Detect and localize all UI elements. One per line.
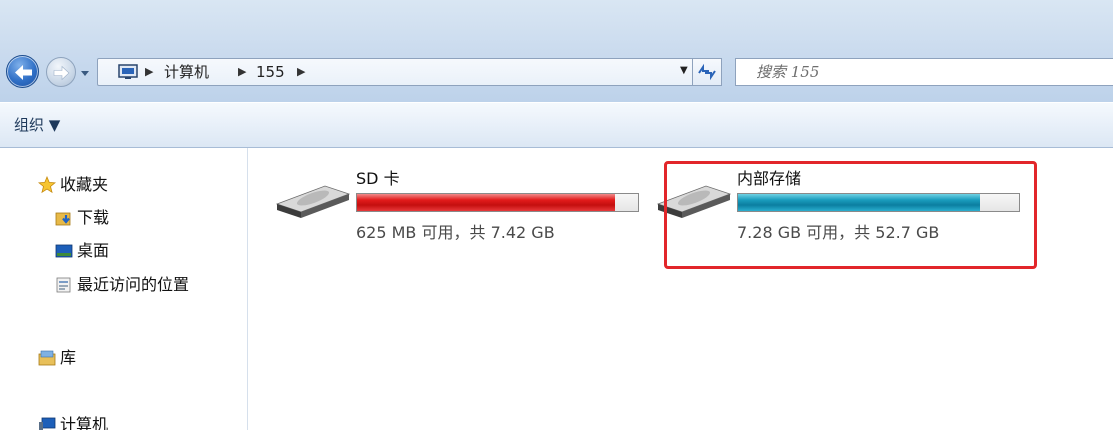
back-button[interactable] <box>6 55 39 88</box>
navigation-row: ▶ 计算机 ▶ 155 ▶ ▼ <box>0 50 1113 94</box>
address-dropdown-icon[interactable]: ▼ <box>680 65 688 76</box>
desktop-icon <box>55 244 73 258</box>
breadcrumb-separator-icon[interactable]: ▶ <box>297 63 305 81</box>
explorer-window: ▶ 计算机 ▶ 155 ▶ ▼ 组织 ▼ <box>0 0 1113 430</box>
arrow-left-icon <box>15 65 32 80</box>
address-bar[interactable]: ▶ 计算机 ▶ 155 ▶ ▼ <box>97 58 719 86</box>
drive-free-space: 625 MB 可用，共 7.42 GB <box>356 223 555 242</box>
nav-item-label: 计算机 <box>60 415 109 430</box>
breadcrumb-separator-icon[interactable]: ▶ <box>145 63 153 81</box>
drive-icon <box>275 185 351 218</box>
navigation-pane: 收藏夹 下载 桌面 最近访问的位置 库 计算机 <box>0 148 248 430</box>
command-bar: 组织 ▼ <box>0 102 1113 148</box>
breadcrumb-separator-icon[interactable]: ▶ <box>238 63 246 81</box>
forward-button[interactable] <box>46 57 76 87</box>
nav-item-label: 库 <box>60 348 77 367</box>
nav-item-label: 桌面 <box>77 241 110 260</box>
computer-location-icon <box>118 64 138 79</box>
search-box[interactable] <box>735 58 1113 86</box>
refresh-button[interactable] <box>692 58 722 86</box>
arrow-right-icon <box>53 65 70 81</box>
highlight-annotation-box <box>664 161 1037 269</box>
recent-pages-dropdown-icon[interactable] <box>80 68 90 78</box>
nav-item-label: 下载 <box>77 208 110 227</box>
recent-places-icon <box>56 277 71 293</box>
content-pane: SD 卡 625 MB 可用，共 7.42 GB 内部存储 7.28 GB 可用… <box>249 148 1113 430</box>
search-input[interactable] <box>736 59 1096 85</box>
library-icon <box>38 350 56 366</box>
drive-usage-bar <box>356 193 639 212</box>
organize-menu-button[interactable]: 组织 ▼ <box>14 115 60 135</box>
drive-usage-fill <box>357 194 615 211</box>
star-icon <box>38 176 56 194</box>
title-bar: ▶ 计算机 ▶ 155 ▶ ▼ <box>0 0 1113 102</box>
drive-name: SD 卡 <box>356 169 400 188</box>
nav-item-label: 最近访问的位置 <box>77 275 190 294</box>
nav-item-label: 收藏夹 <box>60 175 109 194</box>
computer-icon <box>39 417 56 430</box>
drive-sd-card[interactable]: SD 卡 625 MB 可用，共 7.42 GB <box>273 148 653 242</box>
download-folder-icon <box>55 212 71 226</box>
breadcrumb-computer[interactable]: 计算机 <box>164 62 209 82</box>
refresh-icon <box>698 63 716 81</box>
breadcrumb-folder[interactable]: 155 <box>256 62 285 82</box>
